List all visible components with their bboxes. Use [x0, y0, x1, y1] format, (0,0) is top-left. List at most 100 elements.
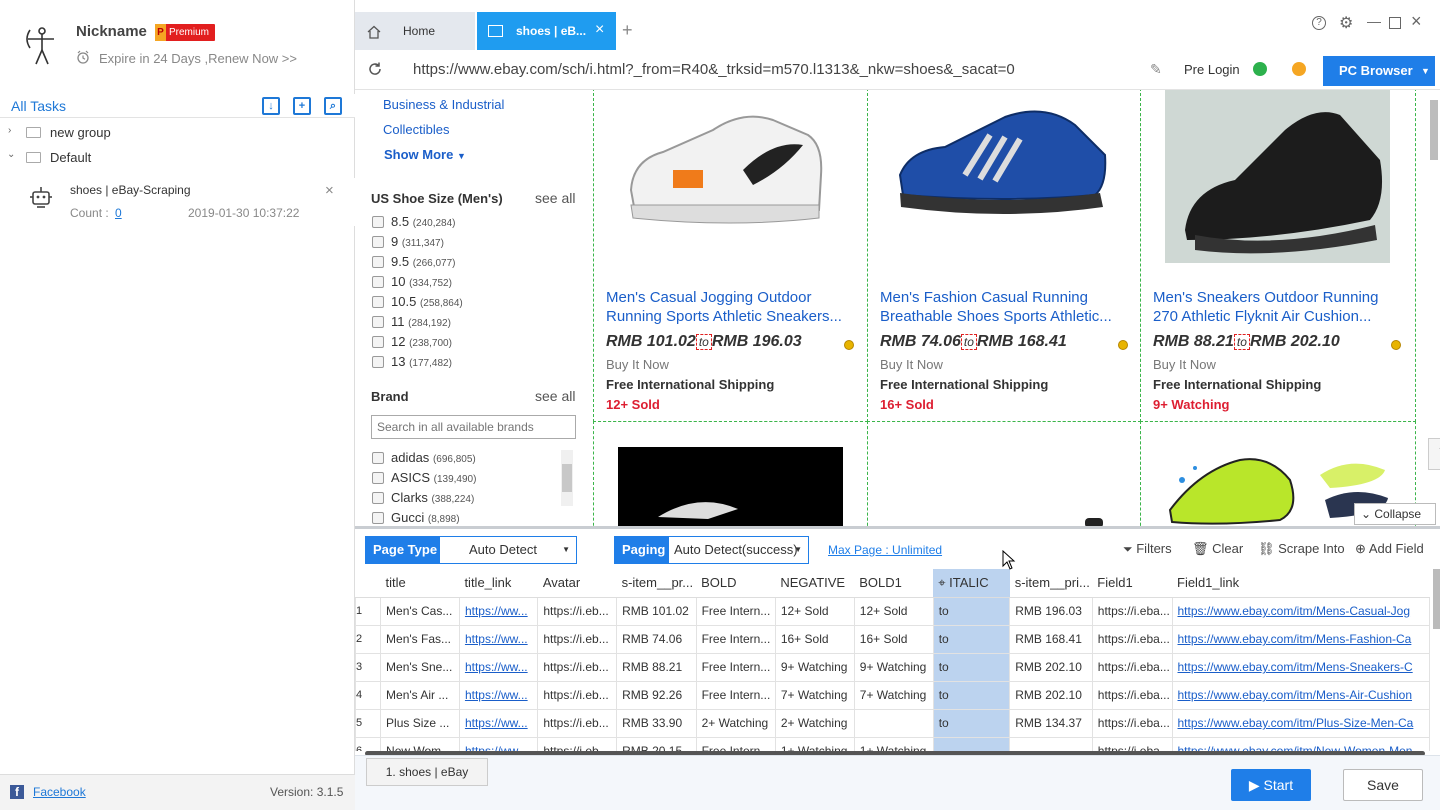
table-row[interactable]: 4 Men's Air ... https://ww... https://i.eb.… [355, 680, 1430, 710]
table-cell[interactable]: RMB 168.41 [1009, 624, 1093, 654]
table-cell[interactable]: RMB 202.10 [1009, 652, 1093, 682]
brand-checkbox[interactable] [372, 452, 384, 464]
close-window-icon[interactable]: × [1411, 11, 1422, 32]
maximize-icon[interactable] [1389, 17, 1401, 29]
table-cell[interactable]: https://www.ebay.com/itm/Mens-Fashion-Ca [1171, 624, 1430, 654]
brand-option[interactable]: adidas (696,805) [391, 450, 476, 465]
table-cell[interactable]: RMB 74.06 [616, 624, 697, 654]
tree-group-new[interactable]: › new group [0, 120, 355, 144]
table-cell[interactable]: to [932, 652, 1011, 682]
table-cell[interactable]: https://i.eba... [1091, 708, 1173, 738]
tab-home[interactable]: Home [355, 12, 475, 50]
settings-gear-icon[interactable]: ⚙ [1339, 13, 1353, 33]
start-button[interactable]: ▶ Start [1231, 769, 1311, 801]
table-cell[interactable]: https://i.eba... [1091, 680, 1173, 710]
table-cell[interactable]: https://ww... [458, 708, 539, 738]
table-cell[interactable]: https://www.ebay.com/itm/Mens-Air-Cushio… [1171, 680, 1430, 710]
paging-select[interactable]: Auto Detect(success) ▼ [668, 536, 809, 564]
product-card-5[interactable] [867, 421, 1141, 526]
run-task-tab[interactable]: 1. shoes | eBay [366, 758, 488, 786]
table-row[interactable]: 3 Men's Sne... https://ww... https://i.eb..… [355, 652, 1430, 682]
facebook-link[interactable]: Facebook [33, 785, 86, 799]
task-count[interactable]: 0 [115, 206, 122, 220]
collapse-button[interactable]: ⌄ Collapse [1354, 503, 1436, 525]
size-option[interactable]: 10 (334,752) [391, 274, 452, 289]
scroll-to-top-icon[interactable]: ⌃ [1428, 438, 1440, 470]
see-all-brands-link[interactable]: see all [535, 388, 575, 404]
table-cell[interactable]: https://www.ebay.com/itm/Mens-Sneakers-C [1171, 652, 1430, 682]
table-cell[interactable]: https://i.eba... [1091, 624, 1173, 654]
dark-sneaker-image[interactable] [618, 447, 843, 526]
column-header[interactable]: NEGATIVE [775, 569, 855, 598]
table-cell[interactable]: Men's Cas... [380, 596, 460, 626]
search-task-icon[interactable]: ⌕ [324, 97, 342, 115]
table-cell[interactable]: 12+ Sold [853, 596, 934, 626]
white-sneaker-image[interactable] [623, 90, 833, 240]
scroll-thumb[interactable] [562, 464, 572, 492]
size-checkbox[interactable] [372, 236, 384, 248]
table-cell[interactable]: Men's Sne... [380, 652, 460, 682]
table-cell[interactable]: https://i.eb... [537, 596, 618, 626]
table-cell[interactable]: https://i.eba... [1091, 596, 1173, 626]
table-cell[interactable]: https://i.eba... [1091, 736, 1173, 751]
size-option[interactable]: 9 (311,347) [391, 234, 444, 249]
green-status-icon[interactable] [1253, 62, 1267, 76]
column-header[interactable]: BOLD [696, 569, 776, 598]
table-cell[interactable]: to [932, 708, 1011, 738]
table-cell[interactable]: RMB 202.10 [1009, 680, 1093, 710]
column-header[interactable]: Avatar [537, 569, 617, 598]
import-task-icon[interactable]: ↓ [262, 97, 280, 115]
table-row[interactable]: 1 Men's Cas... https://ww... https://i.eb..… [355, 596, 1430, 626]
size-checkbox[interactable] [372, 296, 384, 308]
brand-option[interactable]: Gucci (8,898) [391, 510, 460, 525]
help-icon[interactable]: ? [1312, 16, 1326, 30]
brand-option[interactable]: ASICS (139,490) [391, 470, 476, 485]
table-cell[interactable]: RMB 92.26 [616, 680, 697, 710]
table-cell[interactable]: Free Intern... [695, 624, 776, 654]
table-cell[interactable] [1009, 736, 1093, 751]
size-option[interactable]: 9.5 (266,077) [391, 254, 456, 269]
product-title-line2[interactable]: Running Sports Athletic Sneakers... [606, 307, 846, 326]
scrape-into-button[interactable]: ⛓ Scrape Into [1258, 541, 1345, 557]
table-cell[interactable]: RMB 196.03 [1009, 596, 1093, 626]
table-cell[interactable]: https://i.eb... [537, 624, 618, 654]
table-cell[interactable]: RMB 134.37 [1009, 708, 1093, 738]
product-title-line1[interactable]: Men's Fashion Casual Running [880, 288, 1120, 307]
new-task-icon[interactable]: + [293, 97, 311, 115]
size-option[interactable]: 13 (177,482) [391, 354, 452, 369]
table-cell[interactable]: 16+ Sold [774, 624, 855, 654]
blue-sneaker-image[interactable] [895, 95, 1115, 225]
table-cell[interactable]: New Wom... [380, 736, 460, 751]
tree-group-default[interactable]: ⌄ Default [0, 145, 355, 169]
tab-shoes-ebay[interactable]: shoes | eB... × [477, 12, 616, 50]
brand-search-input[interactable] [371, 415, 576, 439]
table-row[interactable]: 5 Plus Size ... https://ww... https://i.eb.… [355, 708, 1430, 738]
table-cell[interactable]: 1+ Watching [774, 736, 855, 751]
size-checkbox[interactable] [372, 256, 384, 268]
close-icon[interactable]: × [325, 182, 334, 199]
product-title-line2[interactable]: Breathable Shoes Sports Athletic... [880, 307, 1120, 326]
pc-browser-button[interactable]: PC Browser ▼ [1323, 56, 1435, 86]
table-cell[interactable]: to [932, 596, 1011, 626]
size-option[interactable]: 11 (284,192) [391, 314, 451, 329]
size-option[interactable]: 8.5 (240,284) [391, 214, 456, 229]
brand-option[interactable]: Clarks (388,224) [391, 490, 474, 505]
url-field[interactable]: https://www.ebay.com/sch/i.html?_from=R4… [413, 61, 1015, 78]
table-cell[interactable]: https://i.eb... [537, 652, 618, 682]
expire-renew-link[interactable]: Expire in 24 Days ,Renew Now >> [99, 51, 297, 66]
size-checkbox[interactable] [372, 276, 384, 288]
table-cell[interactable]: https://i.eb... [537, 680, 618, 710]
table-cell[interactable]: 12+ Sold [774, 596, 855, 626]
max-page-link[interactable]: Max Page : Unlimited [828, 543, 942, 557]
column-header[interactable]: s-item__pr... [616, 569, 697, 598]
table-cell[interactable]: 9+ Watching [774, 652, 855, 682]
minimize-icon[interactable]: — [1367, 13, 1381, 29]
table-cell[interactable]: https://ww... [458, 652, 539, 682]
column-header[interactable]: Field1 [1092, 569, 1172, 598]
page-type-select[interactable]: Auto Detect ▼ [439, 536, 577, 564]
table-cell[interactable]: 7+ Watching [853, 680, 934, 710]
table-cell[interactable]: Plus Size ... [380, 708, 460, 738]
brand-scrollbar[interactable] [561, 450, 573, 506]
table-cell[interactable]: https://ww... [458, 736, 539, 751]
table-cell[interactable]: https://ww... [458, 624, 539, 654]
